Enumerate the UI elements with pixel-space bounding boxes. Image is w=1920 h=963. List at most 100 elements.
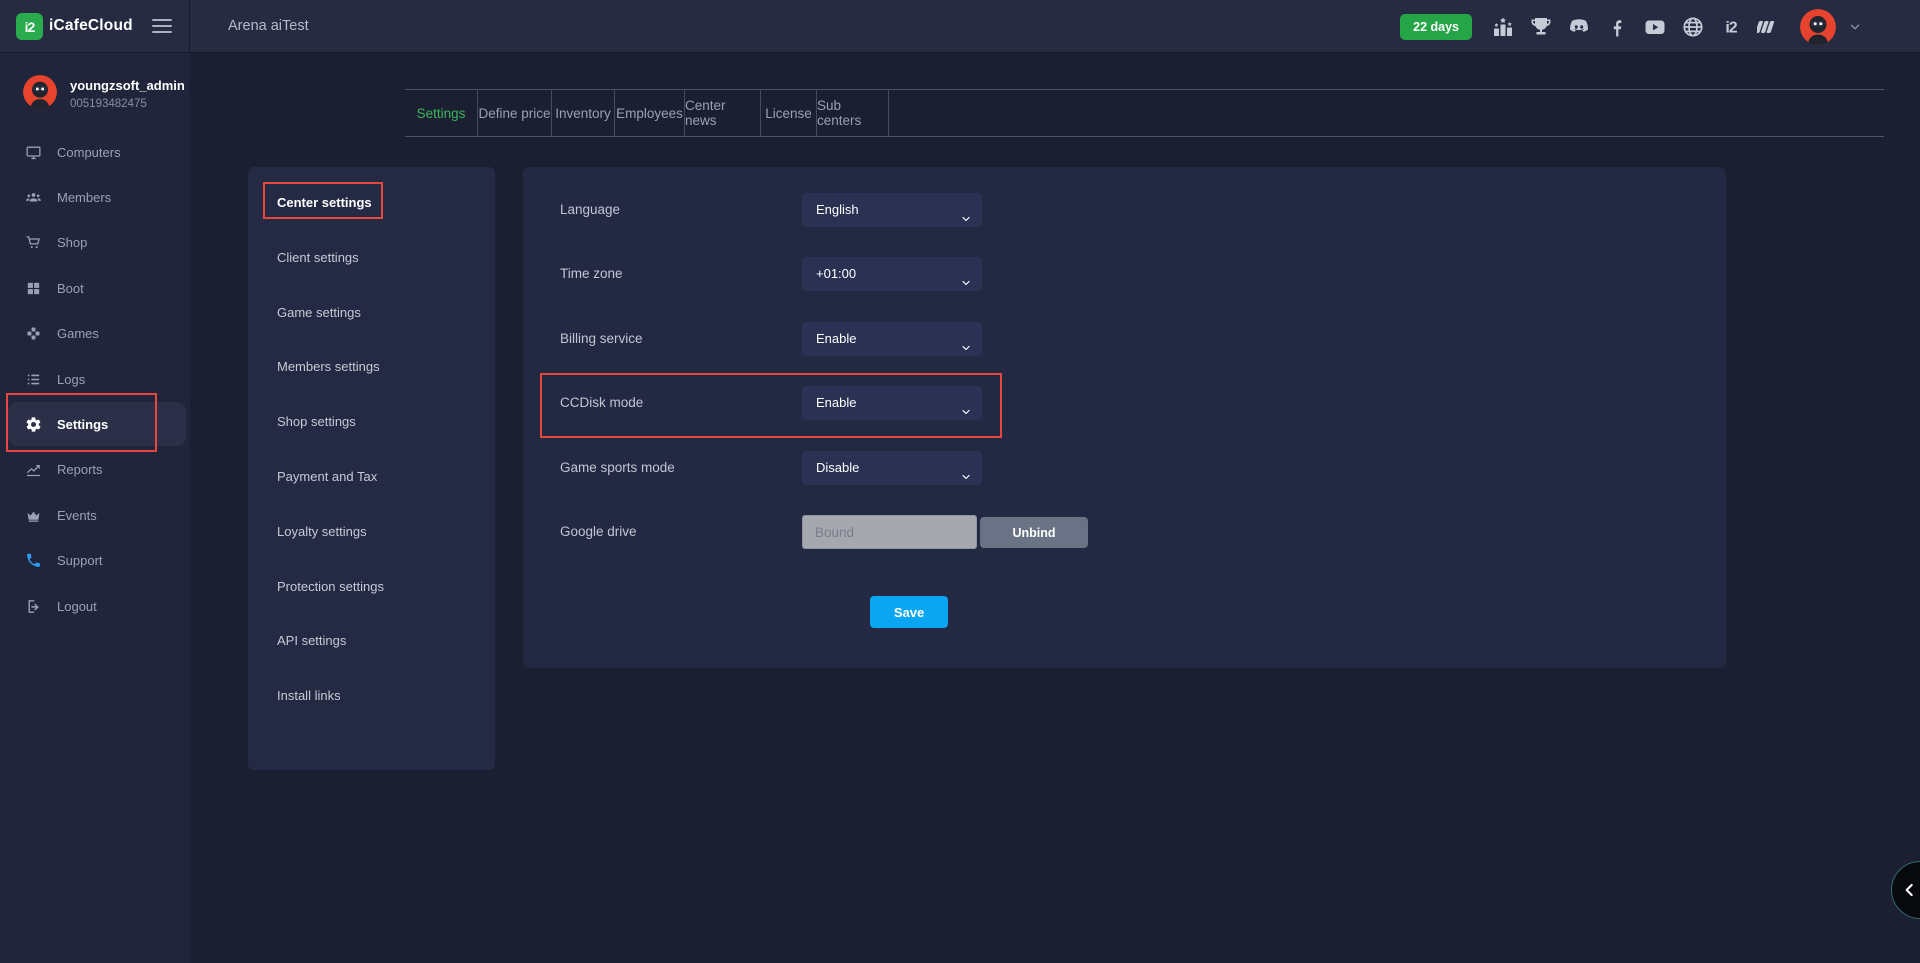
field-label: Billing service xyxy=(560,322,643,356)
sidebar-item-label: Reports xyxy=(57,462,103,477)
avatar[interactable] xyxy=(1800,9,1836,45)
youtube-icon[interactable] xyxy=(1642,14,1668,40)
hamburger-menu-icon[interactable] xyxy=(152,19,172,35)
trophy-icon[interactable] xyxy=(1528,14,1554,40)
sidebar-item-label: Events xyxy=(57,508,97,523)
select-value: Enable xyxy=(816,395,856,410)
sidebar-item-label: Games xyxy=(57,326,99,341)
sidebar-item-settings[interactable]: Settings xyxy=(8,402,186,446)
sidebar-item-label: Settings xyxy=(57,417,108,432)
sidebar-item-label: Logs xyxy=(57,372,85,387)
panel-collapse-toggle[interactable] xyxy=(1891,861,1920,919)
tab-employees[interactable]: Employees xyxy=(615,90,685,136)
google-drive-input[interactable] xyxy=(802,515,977,549)
time-zone-select[interactable]: +01:00 xyxy=(802,257,982,291)
crown-icon xyxy=(25,507,42,524)
tab-sub-centers[interactable]: Sub centers xyxy=(817,90,889,136)
tab-settings[interactable]: Settings xyxy=(405,90,478,136)
select-value: +01:00 xyxy=(816,266,856,281)
tab-define-price[interactable]: Define price xyxy=(478,90,552,136)
sidebar-item-logs[interactable]: Logs xyxy=(8,357,186,401)
settings-submenu: Center settings Client settings Game setti… xyxy=(248,167,495,770)
svg-text:i2: i2 xyxy=(1725,19,1737,36)
settings-menu-api-settings[interactable]: API settings xyxy=(248,625,495,657)
settings-menu-install-links[interactable]: Install links xyxy=(248,680,495,712)
chart-icon xyxy=(25,461,42,478)
settings-menu-client-settings[interactable]: Client settings xyxy=(248,242,495,274)
sidebar-item-shop[interactable]: Shop xyxy=(8,221,186,265)
monitor-icon xyxy=(25,144,42,161)
form-row-ccdisk-mode: CCDisk mode Enable xyxy=(523,386,1726,420)
sidebar-item-computers[interactable]: Computers xyxy=(8,130,186,174)
settings-menu-center-settings[interactable]: Center settings xyxy=(248,187,495,219)
field-label: Language xyxy=(560,193,620,227)
tab-inventory[interactable]: Inventory xyxy=(552,90,615,136)
field-label: CCDisk mode xyxy=(560,386,643,420)
sidebar-item-members[interactable]: Members xyxy=(8,175,186,219)
chevron-down-icon xyxy=(960,462,972,474)
sidebar-item-support[interactable]: Support xyxy=(8,539,186,583)
chevron-down-icon[interactable] xyxy=(1848,20,1862,34)
language-select[interactable]: English xyxy=(802,193,982,227)
field-label: Game sports mode xyxy=(560,451,675,485)
discord-icon[interactable] xyxy=(1566,14,1592,40)
logout-icon xyxy=(25,598,42,615)
tab-center-news[interactable]: Center news xyxy=(685,90,761,136)
center-settings-form: Save Language English Time zone +01:00 Billi… xyxy=(523,167,1726,668)
sidebar-item-boot[interactable]: Boot xyxy=(8,266,186,310)
form-row-billing-service: Billing service Enable xyxy=(523,322,1726,356)
sidebar-item-label: Shop xyxy=(57,235,87,250)
sidebar-item-label: Logout xyxy=(57,599,97,614)
form-row-time-zone: Time zone +01:00 xyxy=(523,257,1726,291)
list-icon xyxy=(25,371,42,388)
chevron-down-icon xyxy=(960,268,972,280)
form-row-game-sports-mode: Game sports mode Disable xyxy=(523,451,1726,485)
page-title: Arena aiTest xyxy=(228,18,309,34)
sidebar-item-reports[interactable]: Reports xyxy=(8,448,186,492)
chevron-down-icon xyxy=(960,333,972,345)
settings-menu-protection-settings[interactable]: Protection settings xyxy=(248,571,495,603)
field-label: Google drive xyxy=(560,515,637,549)
topbar: i2 iCafeCloud Arena aiTest 22 days i2 xyxy=(0,0,1920,53)
tab-license[interactable]: License xyxy=(761,90,817,136)
windows-icon xyxy=(25,280,42,297)
layers-icon[interactable] xyxy=(1756,14,1782,40)
sidebar-item-label: Computers xyxy=(57,145,121,160)
user-avatar[interactable] xyxy=(23,75,57,109)
license-days-badge[interactable]: 22 days xyxy=(1400,14,1472,40)
form-row-google-drive: Google drive Unbind xyxy=(523,515,1726,549)
settings-menu-loyalty-settings[interactable]: Loyalty settings xyxy=(248,516,495,548)
sidebar-item-logout[interactable]: Logout xyxy=(8,584,186,628)
icafecloud-logo-icon: i2 xyxy=(16,13,43,40)
billing-service-select[interactable]: Enable xyxy=(802,322,982,356)
logo-area: i2 iCafeCloud xyxy=(0,0,190,53)
gear-icon xyxy=(25,416,42,433)
facebook-icon[interactable] xyxy=(1604,14,1630,40)
sidebar-item-games[interactable]: Games xyxy=(8,312,186,356)
save-button[interactable]: Save xyxy=(870,596,948,628)
settings-menu-payment-and-tax[interactable]: Payment and Tax xyxy=(248,461,495,493)
settings-menu-shop-settings[interactable]: Shop settings xyxy=(248,406,495,438)
sidebar-item-label: Boot xyxy=(57,281,84,296)
game-sports-mode-select[interactable]: Disable xyxy=(802,451,982,485)
sidebar-item-events[interactable]: Events xyxy=(8,493,186,537)
select-value: English xyxy=(816,202,859,217)
ccdisk-mode-select[interactable]: Enable xyxy=(802,386,982,420)
user-id: 005193482475 xyxy=(70,98,147,110)
username: youngzsoft_admin xyxy=(70,78,185,93)
field-label: Time zone xyxy=(560,257,623,291)
members-icon xyxy=(25,189,42,206)
sidebar-item-label: Members xyxy=(57,190,111,205)
icafe-logo-icon[interactable]: i2 xyxy=(1718,14,1744,40)
globe-icon[interactable] xyxy=(1680,14,1706,40)
settings-menu-game-settings[interactable]: Game settings xyxy=(248,297,495,329)
select-value: Disable xyxy=(816,460,859,475)
topbar-right: 22 days i2 xyxy=(1400,0,1862,53)
games-icon xyxy=(25,325,42,342)
chevron-down-icon xyxy=(960,397,972,409)
ranking-icon[interactable] xyxy=(1490,14,1516,40)
settings-menu-members-settings[interactable]: Members settings xyxy=(248,351,495,383)
sidebar: youngzsoft_admin 005193482475 Computers M… xyxy=(0,53,190,963)
form-row-language: Language English xyxy=(523,193,1726,227)
unbind-button[interactable]: Unbind xyxy=(980,517,1088,548)
